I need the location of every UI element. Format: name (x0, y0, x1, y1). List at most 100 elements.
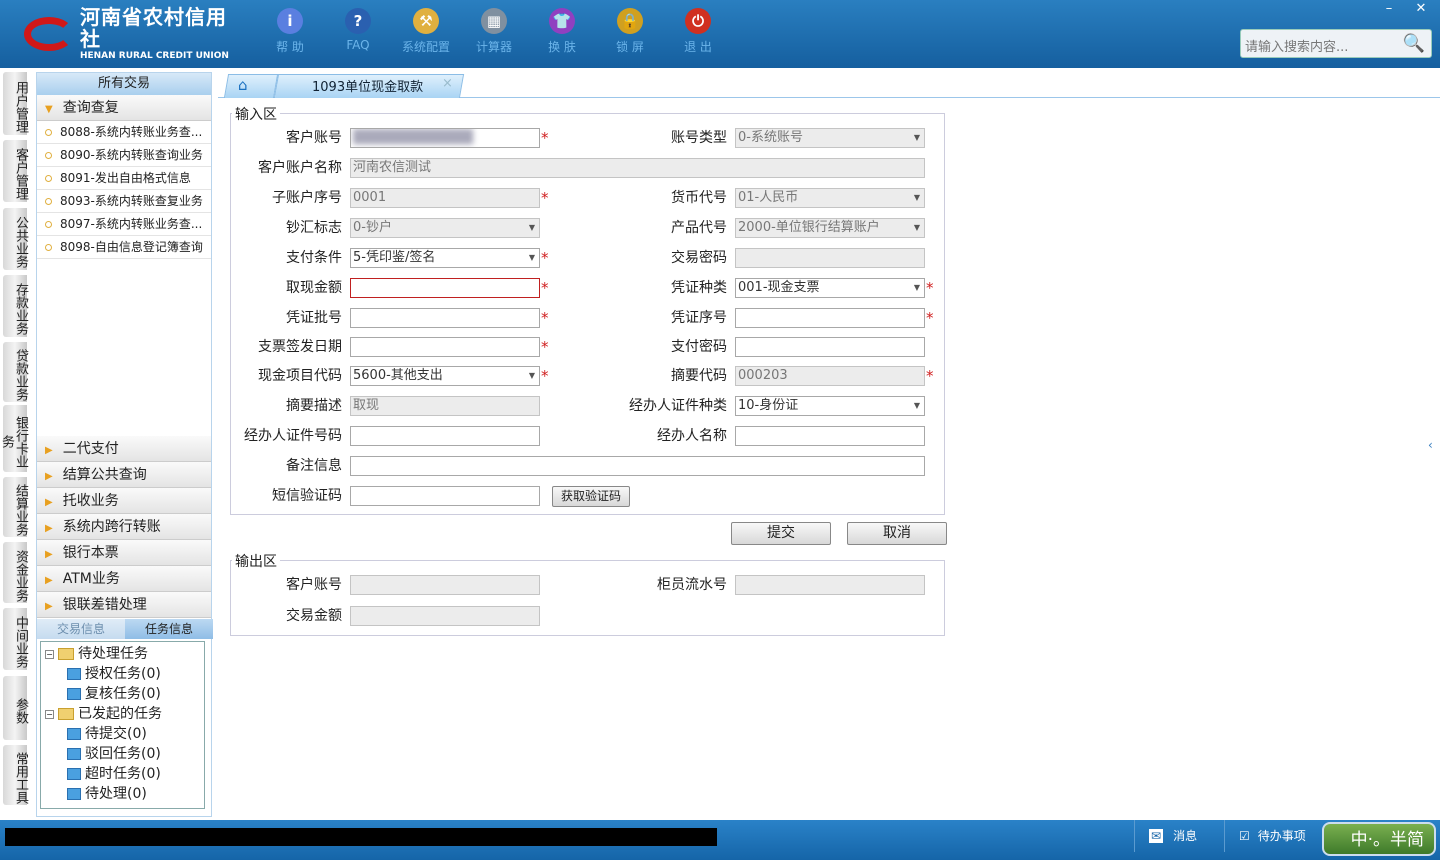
toolbar-button-2[interactable]: ⚒ 系统配置 (396, 8, 456, 55)
select-field[interactable]: 5600-其他支出 ▼ (350, 366, 540, 386)
field-value: 0001 (353, 190, 387, 205)
select-field[interactable]: 01-人民币 ▼ (735, 188, 925, 208)
text-field[interactable] (735, 575, 925, 595)
select-field[interactable]: 10-身份证 ▼ (735, 396, 925, 416)
menu-group[interactable]: ▶ 银联差错处理 (37, 592, 211, 618)
field-label: 摘要描述 (286, 398, 342, 414)
toolbar-button-1[interactable]: ? FAQ (328, 8, 388, 52)
ime-indicator[interactable]: 中·。半简 (1322, 822, 1436, 856)
dropdown-arrow-icon[interactable]: ▼ (914, 219, 920, 237)
expand-panel-icon[interactable]: ‹ (1428, 425, 1440, 465)
tab-close-icon[interactable]: × (442, 76, 453, 91)
text-field[interactable] (735, 248, 925, 268)
text-field[interactable]: ████████████ (350, 128, 540, 148)
collapse-icon[interactable]: − (45, 709, 54, 719)
select-field[interactable]: 001-现金支票 ▼ (735, 278, 925, 298)
nav-tab-4[interactable]: 贷款业务 (3, 342, 28, 402)
required-mark: * (926, 367, 934, 385)
tree-node[interactable]: 超时任务(0) (45, 764, 200, 784)
text-field[interactable]: 河南农信测试 (350, 158, 925, 178)
nav-tab-2[interactable]: 公共业务 (3, 208, 28, 270)
tab-task-info[interactable]: 任务信息 (125, 619, 213, 639)
field-label: 支票签发日期 (258, 339, 342, 355)
transaction-item[interactable]: 8091-发出自由格式信息 (37, 167, 211, 190)
text-field[interactable] (350, 426, 540, 446)
nav-tab-10[interactable]: 常用工具 (3, 745, 28, 805)
text-field[interactable] (735, 308, 925, 328)
select-field[interactable]: 2000-单位银行结算账户 ▼ (735, 218, 925, 238)
select-field[interactable]: 0-系统账号 ▼ (735, 128, 925, 148)
nav-tab-1[interactable]: 客户管理 (3, 140, 28, 202)
transaction-item[interactable]: 8097-系统内转账业务查... (37, 213, 211, 236)
tree-node[interactable]: − 已发起的任务 (45, 704, 200, 724)
tree-node[interactable]: − 待处理任务 (45, 644, 200, 664)
menu-group[interactable]: ▶ 托收业务 (37, 488, 211, 514)
dropdown-arrow-icon[interactable]: ▼ (914, 397, 920, 415)
text-field[interactable] (350, 606, 540, 626)
field-label: 现金项目代码 (258, 368, 342, 384)
tab-home[interactable] (223, 74, 279, 98)
text-field[interactable]: 000203 (735, 366, 925, 386)
menu-group[interactable]: ▶ 银行本票 (37, 540, 211, 566)
search-icon[interactable]: 🔍 (1403, 33, 1425, 54)
tree-node[interactable]: 待提交(0) (45, 724, 200, 744)
toolbar-label: 锁 屏 (616, 40, 644, 54)
get-code-button[interactable]: 获取验证码 (552, 486, 630, 507)
collapse-icon[interactable]: − (45, 649, 54, 659)
messages-button[interactable]: ✉ 消息 (1134, 820, 1224, 852)
nav-tab-5[interactable]: 银行卡业务 (0, 405, 28, 472)
toolbar-button-0[interactable]: i 帮 助 (260, 8, 320, 55)
nav-tab-9[interactable]: 参数 (3, 676, 28, 740)
menu-group[interactable]: ▶ ATM业务 (37, 566, 211, 592)
text-field[interactable] (350, 337, 540, 357)
dropdown-arrow-icon[interactable]: ▼ (529, 219, 535, 237)
text-field[interactable] (350, 456, 925, 476)
home-icon[interactable]: ⌂ (238, 76, 248, 94)
transaction-item[interactable]: 8088-系统内转账业务查... (37, 121, 211, 144)
nav-tab-7[interactable]: 资金业务 (3, 542, 28, 603)
select-field[interactable]: 0-钞户 ▼ (350, 218, 540, 238)
text-field[interactable] (350, 278, 540, 298)
text-field[interactable]: 取现 (350, 396, 540, 416)
group-query[interactable]: ▼ 查询查复 (37, 95, 211, 121)
text-field[interactable] (350, 308, 540, 328)
menu-group[interactable]: ▶ 结算公共查询 (37, 462, 211, 488)
tree-node[interactable]: 复核任务(0) (45, 684, 200, 704)
text-field[interactable] (735, 337, 925, 357)
text-field[interactable]: 0001 (350, 188, 540, 208)
toolbar-button-6[interactable]: ⏻ 退 出 (668, 8, 728, 55)
toolbar-button-4[interactable]: 👕 换 肤 (532, 8, 592, 55)
menu-group[interactable]: ▶ 系统内跨行转账 (37, 514, 211, 540)
transaction-item[interactable]: 8090-系统内转账查询业务 (37, 144, 211, 167)
dropdown-arrow-icon[interactable]: ▼ (529, 249, 535, 267)
todo-button[interactable]: ☑ 待办事项 (1224, 820, 1320, 852)
cancel-button[interactable]: 取消 (847, 522, 947, 545)
nav-tab-6[interactable]: 结算业务 (3, 477, 28, 537)
toolbar-button-3[interactable]: ▦ 计算器 (464, 8, 524, 55)
tree-node[interactable]: 授权任务(0) (45, 664, 200, 684)
field-value: 5600-其他支出 (353, 368, 443, 383)
transaction-item[interactable]: 8093-系统内转账查复业务 (37, 190, 211, 213)
dropdown-arrow-icon[interactable]: ▼ (529, 367, 535, 385)
dropdown-arrow-icon[interactable]: ▼ (914, 189, 920, 207)
close-window-button[interactable]: ✕ (1406, 0, 1436, 18)
toolbar-button-5[interactable]: 🔒 锁 屏 (600, 8, 660, 55)
tree-node[interactable]: 待处理(0) (45, 784, 200, 804)
nav-tab-0[interactable]: 用户管理 (3, 72, 28, 135)
transaction-item[interactable]: 8098-自由信息登记簿查询 (37, 236, 211, 259)
select-field[interactable]: 5-凭印鉴/签名 ▼ (350, 248, 540, 268)
group-label: 银联差错处理 (62, 597, 147, 613)
tree-node[interactable]: 驳回任务(0) (45, 744, 200, 764)
tab-transaction-info[interactable]: 交易信息 (37, 619, 125, 639)
dropdown-arrow-icon[interactable]: ▼ (914, 129, 920, 147)
minimize-button[interactable]: – (1374, 0, 1404, 18)
menu-group[interactable]: ▶ 二代支付 (37, 436, 211, 462)
nav-tab-8[interactable]: 中间业务 (3, 608, 28, 670)
text-field[interactable] (350, 486, 540, 506)
submit-button[interactable]: 提交 (731, 522, 831, 545)
dropdown-arrow-icon[interactable]: ▼ (914, 279, 920, 297)
text-field[interactable] (350, 575, 540, 595)
text-field[interactable] (735, 426, 925, 446)
search-input[interactable]: 请输入搜索内容... 🔍 (1240, 29, 1432, 58)
nav-tab-3[interactable]: 存款业务 (3, 275, 28, 337)
